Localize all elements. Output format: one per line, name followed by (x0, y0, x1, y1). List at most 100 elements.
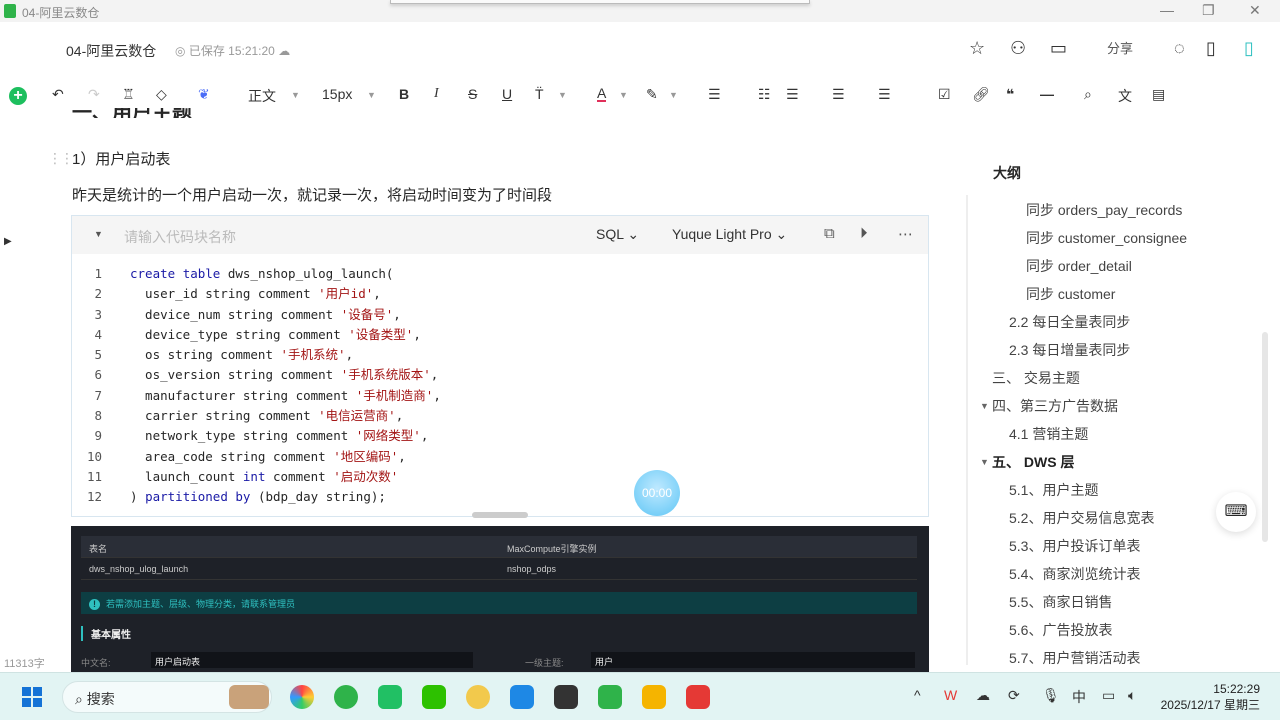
indent-icon[interactable]: ☰ (832, 86, 845, 103)
outline-item[interactable]: 5.6、广告投放表 (980, 616, 1187, 644)
share-button[interactable]: 分享 (1092, 36, 1148, 62)
yuque-icon[interactable] (334, 685, 358, 709)
format-painter-icon[interactable]: ♖ (122, 86, 135, 103)
chevron-down-icon[interactable]: ▼ (619, 90, 628, 100)
terminal-icon[interactable] (554, 685, 578, 709)
theme-select[interactable]: Yuque Light Pro ⌄ (672, 226, 787, 243)
browser-icon[interactable] (290, 685, 314, 709)
outline-item[interactable]: 5.7、用户营销活动表 (980, 644, 1187, 672)
quote-icon[interactable]: ❝ (1006, 86, 1014, 103)
wechat-icon[interactable] (422, 685, 446, 709)
wps-icon[interactable] (686, 685, 710, 709)
strikethrough-button[interactable]: S (468, 86, 477, 102)
comment-icon[interactable]: ◌ (1174, 38, 1185, 59)
font-size-select[interactable]: 15px (322, 86, 352, 102)
clear-format-icon[interactable]: ◇ (156, 86, 167, 103)
outline-item[interactable]: 5.4、商家浏览统计表 (980, 560, 1187, 588)
network-icon[interactable]: ▭ (1102, 687, 1115, 704)
outline-item[interactable]: 5.2、用户交易信息宽表 (980, 504, 1187, 532)
undo-icon[interactable]: ↶ (52, 86, 64, 103)
text-style-select[interactable]: 正文 (248, 86, 276, 106)
expand-caret-icon[interactable]: ▼ (980, 392, 989, 420)
volume-icon[interactable]: 🔈︎ (1128, 687, 1136, 704)
bold-button[interactable]: B (399, 86, 409, 102)
expand-left-icon[interactable]: ▶ (4, 236, 12, 247)
redo-icon[interactable]: ↷ (88, 86, 100, 103)
translate-icon[interactable]: 文 (1118, 86, 1132, 106)
code-lines[interactable]: 1 create table dws_nshop_ulog_launch(2 us… (72, 264, 441, 508)
code-block-name-input[interactable]: 请输入代码块名称 (124, 227, 236, 247)
sidebar-toggle-icon[interactable]: ▯ (1244, 38, 1254, 59)
outline-item[interactable]: 4.1 营销主题 (980, 420, 1187, 448)
run-icon[interactable]: ⏵ (860, 225, 868, 242)
template-icon[interactable]: ▤ (1152, 86, 1165, 103)
outline-item[interactable]: 5.1、用户主题 (980, 476, 1187, 504)
text-effects-icon[interactable]: T̈ (535, 86, 544, 102)
outline-item[interactable]: 同步 orders_pay_records (980, 196, 1187, 224)
video-player-icon[interactable] (378, 685, 402, 709)
language-select[interactable]: SQL ⌄ (596, 226, 639, 243)
wps-tray-icon[interactable]: W (944, 687, 957, 703)
yuque-app-icon[interactable] (598, 685, 622, 709)
line-height-icon[interactable]: ☰ (878, 86, 891, 103)
outline-item[interactable]: 2.3 每日增量表同步 (980, 336, 1187, 364)
app-icon[interactable] (466, 685, 490, 709)
divider-icon[interactable]: — (1040, 86, 1054, 102)
cloud-icon[interactable]: ☁ (976, 687, 990, 704)
outline-item[interactable]: 5.5、商家日销售 (980, 588, 1187, 616)
underline-button[interactable]: U (502, 86, 512, 102)
outline-item-label: 同步 customer (1026, 286, 1116, 302)
outline-item[interactable]: ▼ 五、 DWS 层 (980, 448, 1187, 476)
ai-assistant-icon[interactable]: ❦ (198, 86, 210, 103)
outline-scrollbar[interactable] (1262, 332, 1268, 542)
outline-item[interactable]: 2.2 每日全量表同步 (980, 308, 1187, 336)
star-icon[interactable]: ☆ (969, 38, 985, 59)
file-explorer-icon[interactable] (642, 685, 666, 709)
chevron-down-icon[interactable]: ▼ (291, 90, 300, 100)
italic-button[interactable]: I (434, 86, 439, 102)
task-checkbox-icon[interactable]: ☑ (938, 86, 951, 103)
doc-title[interactable]: 04-阿里云数仓 (66, 41, 156, 61)
more-icon[interactable]: ⋯ (898, 225, 913, 243)
clock[interactable]: 15:22:29 2025/12/17 星期三 (1161, 681, 1260, 713)
code-line: 10 area_code string comment '地区编码', (72, 447, 441, 467)
code-horizontal-scrollbar[interactable] (472, 512, 528, 518)
expand-caret-icon[interactable]: ▼ (980, 448, 989, 476)
highlight-icon[interactable]: ✎ (646, 86, 658, 103)
find-icon[interactable]: ⌕ (1084, 86, 1092, 103)
layout-icon[interactable]: ▯ (1206, 38, 1216, 59)
outline-item[interactable]: 三、 交易主题 (980, 364, 1187, 392)
chevron-down-icon[interactable]: ▼ (669, 90, 678, 100)
chevron-down-icon[interactable]: ▼ (558, 90, 567, 100)
chevron-down-icon[interactable]: ▼ (367, 90, 376, 100)
ordered-list-icon[interactable]: ☰ (786, 86, 799, 103)
drag-handle-icon[interactable]: ⋮⋮ (48, 150, 74, 167)
copy-icon[interactable]: ⧉ (824, 225, 835, 242)
insert-plus-button[interactable]: + (9, 87, 27, 105)
sync-icon[interactable]: ⟳ (1008, 687, 1020, 704)
feishu-icon[interactable] (510, 685, 534, 709)
restore-button[interactable]: ❐ (1202, 2, 1215, 19)
add-collaborator-icon[interactable]: ⚇ (1010, 38, 1026, 59)
windows-start-icon[interactable] (22, 687, 42, 707)
font-color-button[interactable]: A (597, 86, 607, 102)
link-icon[interactable]: 🔗︎ (972, 86, 990, 103)
minimize-button[interactable]: — (1160, 2, 1174, 18)
tray-expand-icon[interactable]: ^ (914, 687, 921, 703)
align-icon[interactable]: ☰ (708, 86, 721, 103)
word-count: 11313字 (4, 658, 45, 670)
search-highlight-icon[interactable] (229, 685, 269, 709)
outline-item[interactable]: 5.3、用户投诉订单表 (980, 532, 1187, 560)
recording-timer[interactable]: 00:00 (634, 470, 680, 516)
keyboard-shortcuts-button[interactable]: ⌨ (1216, 492, 1256, 532)
outline-item[interactable]: 同步 customer_consignee (980, 224, 1187, 252)
bullet-list-icon[interactable]: ☷ (758, 86, 771, 103)
outline-item[interactable]: 同步 order_detail (980, 252, 1187, 280)
outline-item[interactable]: ▼ 四、第三方广告数据 (980, 392, 1187, 420)
input-method-icon[interactable]: 中 (1072, 687, 1086, 707)
microphone-icon[interactable]: 🎙︎ (1042, 687, 1060, 704)
outline-item[interactable]: 同步 customer (980, 280, 1187, 308)
collapse-icon[interactable]: ▼ (94, 229, 103, 239)
present-icon[interactable]: ▭ (1050, 38, 1067, 59)
close-button[interactable]: ✕ (1249, 2, 1261, 19)
